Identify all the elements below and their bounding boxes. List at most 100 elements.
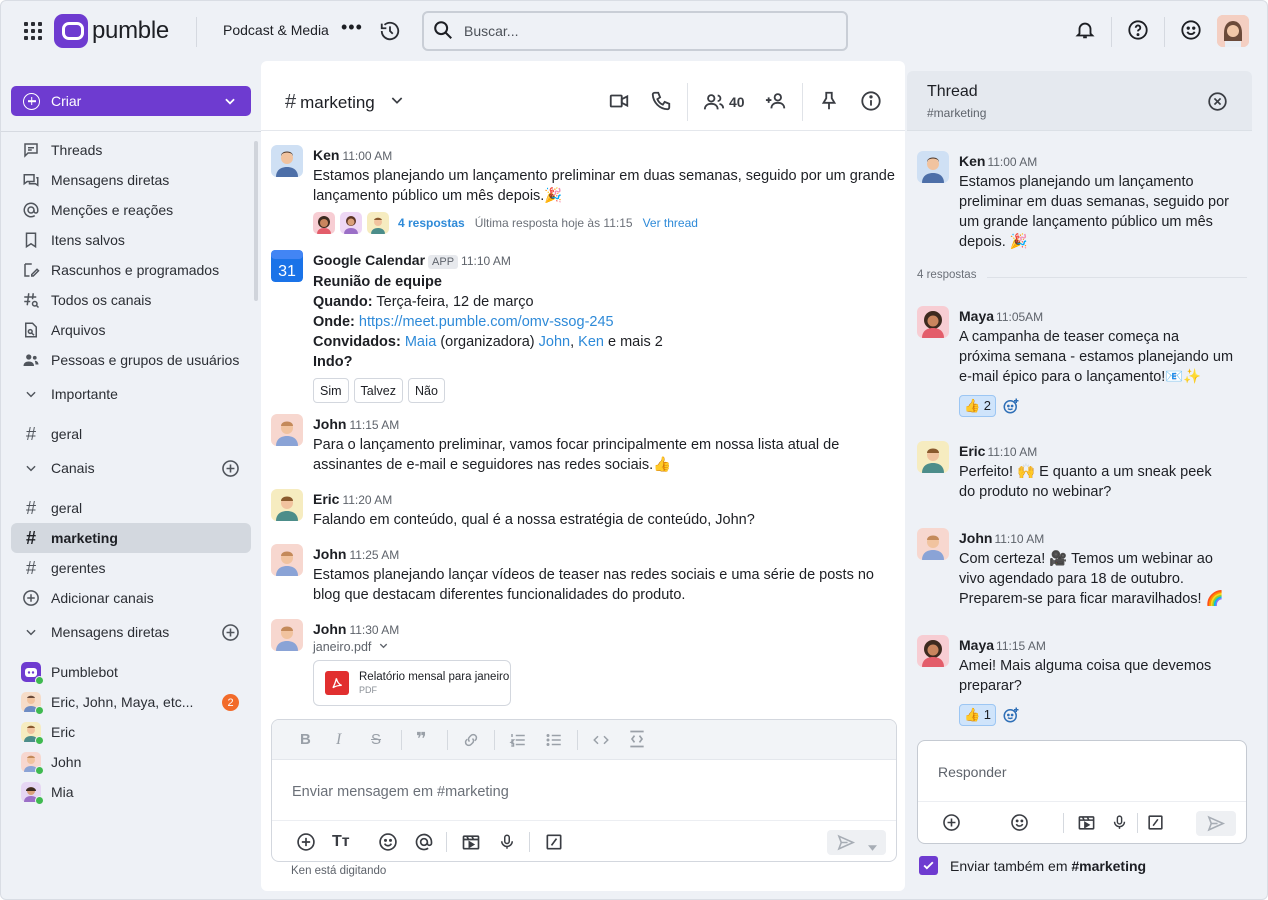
guest-link[interactable]: John <box>539 334 570 350</box>
reply-input[interactable]: Responder <box>938 764 1007 780</box>
mention-icon[interactable] <box>414 832 434 855</box>
user-avatar[interactable] <box>1217 15 1249 47</box>
message[interactable]: John 11:15 AM Para o lançamento prelimina… <box>271 414 895 475</box>
message[interactable]: John 11:30 AM janeiro.pdf Relatório mensa… <box>271 619 895 706</box>
add-channels-button[interactable]: Adicionar canais <box>11 583 251 613</box>
thread-root-message[interactable]: Ken 11:00 AM Estamos planejando um lançam… <box>917 151 1242 252</box>
message[interactable]: 31 Google Calendar APP 11:10 AM Reunião de… <box>271 250 895 403</box>
text-format-icon[interactable]: Tт <box>332 833 350 851</box>
history-icon[interactable] <box>379 20 401 45</box>
italic-icon[interactable]: I <box>336 731 341 749</box>
attach-plus-icon[interactable] <box>942 813 961 835</box>
attach-plus-icon[interactable] <box>296 832 316 855</box>
link-icon[interactable] <box>461 731 481 753</box>
search-bar[interactable] <box>422 11 848 51</box>
avatar[interactable] <box>271 619 303 651</box>
sidebar-item-drafts[interactable]: Rascunhos e programados <box>11 255 251 285</box>
send-button[interactable] <box>1196 811 1236 836</box>
message-author[interactable]: John <box>313 416 346 432</box>
sidebar-item-channel-gerentes[interactable]: # gerentes <box>11 553 251 583</box>
status-emoji-icon[interactable] <box>1180 19 1202 44</box>
video-clip-icon[interactable] <box>461 832 481 855</box>
reaction-thumbs-up[interactable]: 👍 2 <box>959 395 997 417</box>
dm-item-pumblebot[interactable]: Pumblebot <box>11 657 251 687</box>
message-author[interactable]: Ken <box>959 153 985 169</box>
members-button[interactable]: 40 <box>703 91 745 113</box>
add-channel-icon[interactable] <box>221 459 240 481</box>
emoji-icon[interactable] <box>378 832 398 855</box>
bell-icon[interactable] <box>1074 19 1096 44</box>
ordered-list-icon[interactable] <box>509 731 527 753</box>
message-author[interactable]: Maya <box>959 637 994 653</box>
workspace-more-icon[interactable]: ••• <box>341 17 363 37</box>
create-button[interactable]: Criar <box>11 86 251 116</box>
guest-link[interactable]: Maia <box>405 334 436 350</box>
video-clip-icon[interactable] <box>1077 813 1096 835</box>
workspace-name[interactable]: Podcast & Media <box>223 22 329 38</box>
thread-channel[interactable]: #marketing <box>927 106 986 120</box>
reaction-thumbs-up[interactable]: 👍 1 <box>959 704 997 726</box>
sidebar-scrollbar[interactable] <box>254 141 258 301</box>
microphone-icon[interactable] <box>498 832 516 855</box>
sidebar-item-all-channels[interactable]: Todos os canais <box>11 285 251 315</box>
strikethrough-icon[interactable]: S <box>371 731 381 748</box>
avatar[interactable] <box>917 151 949 183</box>
avatar[interactable] <box>271 414 303 446</box>
file-attachment[interactable]: Relatório mensal para janeiro PDF <box>313 660 511 706</box>
message-author[interactable]: Eric <box>313 491 339 507</box>
slash-command-icon[interactable] <box>544 832 564 855</box>
send-options-chevron-icon[interactable] <box>868 839 877 855</box>
sidebar-item-channel-geral-important[interactable]: # geral <box>11 419 251 449</box>
search-input[interactable] <box>464 23 824 39</box>
section-direct-messages[interactable]: Mensagens diretas <box>11 617 251 647</box>
microphone-icon[interactable] <box>1111 813 1128 835</box>
replies-count-link[interactable]: 4 respostas <box>398 216 465 230</box>
message-author[interactable]: Maya <box>959 308 994 324</box>
bullet-list-icon[interactable] <box>545 731 563 753</box>
meeting-link[interactable]: https://meet.pumble.com/omv-ssog-245 <box>359 314 614 330</box>
close-icon[interactable] <box>1207 91 1228 115</box>
video-call-icon[interactable] <box>608 90 630 115</box>
avatar[interactable] <box>917 306 949 338</box>
sidebar-item-channel-geral[interactable]: # geral <box>11 493 251 523</box>
avatar[interactable] <box>917 441 949 473</box>
message-author[interactable]: John <box>313 546 346 562</box>
pin-icon[interactable] <box>818 90 840 115</box>
code-icon[interactable] <box>591 731 611 753</box>
message[interactable]: John 11:25 AM Estamos planejando lançar v… <box>271 544 895 605</box>
send-button[interactable] <box>827 830 886 855</box>
file-name-row[interactable]: janeiro.pdf <box>313 640 895 654</box>
sidebar-item-threads[interactable]: Threads <box>11 135 251 165</box>
sidebar-item-files[interactable]: Arquivos <box>11 315 251 345</box>
avatar[interactable] <box>271 544 303 576</box>
message-author[interactable]: Google Calendar <box>313 252 425 268</box>
avatar[interactable] <box>271 489 303 521</box>
checkbox-checked[interactable] <box>919 856 938 875</box>
quote-icon[interactable]: ❞ <box>416 729 427 750</box>
info-icon[interactable] <box>860 90 882 115</box>
thread-reply[interactable]: John 11:10 AM Com certeza! 🎥 Temos um web… <box>917 528 1242 609</box>
dm-item-john[interactable]: John <box>11 747 251 777</box>
thread-replies-summary[interactable]: 4 respostas Última resposta hoje às 11:1… <box>313 212 895 234</box>
message-composer[interactable]: B I S ❞ Enviar mensagem em #marketing Tт <box>271 719 897 862</box>
sidebar-item-saved[interactable]: Itens salvos <box>11 225 251 255</box>
sidebar-item-people[interactable]: Pessoas e grupos de usuários <box>11 345 251 375</box>
message-author[interactable]: Eric <box>959 443 985 459</box>
sidebar-item-mentions[interactable]: Menções e reações <box>11 195 251 225</box>
message-author[interactable]: Ken <box>313 147 339 163</box>
help-icon[interactable] <box>1127 19 1149 44</box>
reply-composer[interactable]: Responder <box>917 740 1247 844</box>
emoji-icon[interactable] <box>1010 813 1029 835</box>
apps-grid-icon[interactable] <box>23 21 43 41</box>
dm-item-group[interactable]: Eric, John, Maya, etc... 2 <box>11 687 251 717</box>
add-reaction-icon[interactable] <box>1000 395 1022 417</box>
avatar[interactable] <box>271 145 303 177</box>
avatar[interactable] <box>917 528 949 560</box>
thread-reply[interactable]: Eric 11:10 AM Perfeito! 🙌 E quanto a um s… <box>917 441 1242 502</box>
dm-item-eric[interactable]: Eric <box>11 717 251 747</box>
rsvp-maybe-button[interactable]: Talvez <box>353 378 403 403</box>
slash-command-icon[interactable] <box>1146 813 1165 835</box>
avatar[interactable] <box>917 635 949 667</box>
channel-title[interactable]: # marketing <box>285 91 405 114</box>
message[interactable]: Ken 11:00 AM Estamos planejando um lançam… <box>271 145 895 234</box>
